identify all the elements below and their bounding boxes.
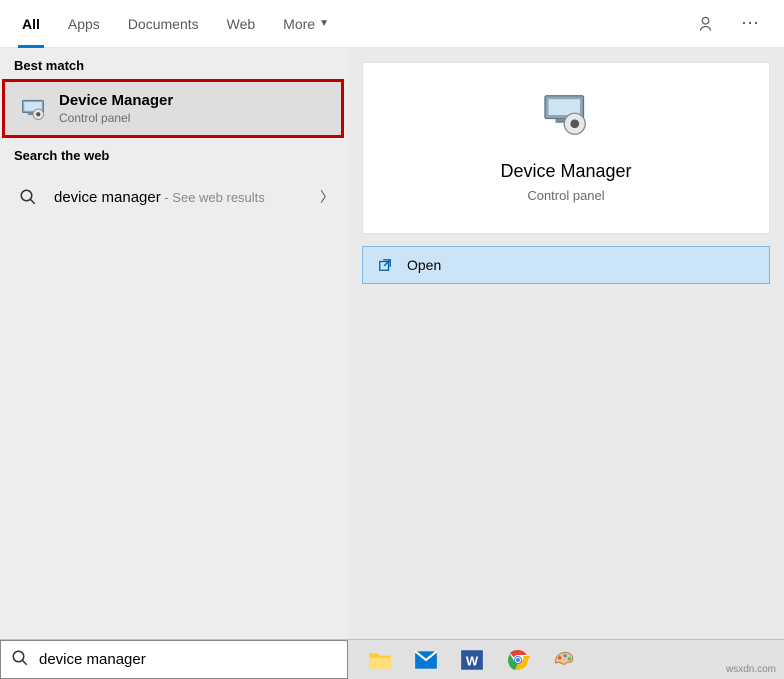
result-title: Device Manager — [59, 92, 327, 109]
open-button[interactable]: Open — [362, 246, 770, 284]
main-area: Best match Device Manager Control panel … — [0, 48, 784, 639]
taskbar-word-icon[interactable]: W — [450, 641, 494, 679]
preview-card: Device Manager Control panel — [362, 62, 770, 234]
tab-documents[interactable]: Documents — [114, 0, 213, 48]
feedback-icon[interactable] — [696, 12, 720, 36]
taskbar-chrome-icon[interactable] — [496, 641, 540, 679]
preview-panel: Device Manager Control panel Open — [348, 48, 784, 639]
more-options-icon[interactable]: ⋯ — [738, 12, 762, 36]
open-label: Open — [407, 257, 441, 273]
filter-tabs: All Apps Documents Web More ▼ ⋯ — [0, 0, 784, 48]
best-match-label: Best match — [0, 48, 348, 79]
result-subtitle: Control panel — [59, 111, 327, 125]
bottom-bar: W — [0, 639, 784, 679]
preview-title: Device Manager — [500, 161, 631, 182]
chevron-right-icon: 〉 — [320, 187, 334, 207]
tab-web[interactable]: Web — [213, 0, 270, 48]
web-result-item[interactable]: device manager - See web results 〉 — [0, 169, 348, 225]
device-manager-icon — [19, 95, 47, 123]
open-icon — [377, 257, 393, 273]
watermark: wsxdn.com — [726, 664, 776, 675]
svg-text:W: W — [466, 653, 479, 668]
preview-subtitle: Control panel — [527, 188, 604, 203]
search-web-label: Search the web — [0, 138, 348, 169]
search-input-icon — [11, 649, 29, 670]
taskbar-file-explorer-icon[interactable] — [358, 641, 402, 679]
web-result-text: device manager - See web results — [54, 189, 308, 206]
tab-more[interactable]: More ▼ — [269, 0, 343, 48]
tab-apps[interactable]: Apps — [54, 0, 114, 48]
taskbar-paint-icon[interactable] — [542, 641, 586, 679]
search-box[interactable] — [0, 640, 348, 679]
web-query: device manager — [54, 189, 161, 206]
chevron-down-icon: ▼ — [319, 18, 329, 29]
taskbar: W — [348, 640, 784, 679]
search-input[interactable] — [39, 651, 337, 668]
taskbar-mail-icon[interactable] — [404, 641, 448, 679]
best-match-result[interactable]: Device Manager Control panel — [2, 79, 344, 138]
tab-all[interactable]: All — [8, 0, 54, 48]
tab-more-label: More — [283, 16, 315, 32]
device-manager-large-icon — [538, 87, 594, 143]
search-icon — [14, 183, 42, 211]
results-panel: Best match Device Manager Control panel … — [0, 48, 348, 639]
web-suffix: - See web results — [161, 190, 265, 205]
